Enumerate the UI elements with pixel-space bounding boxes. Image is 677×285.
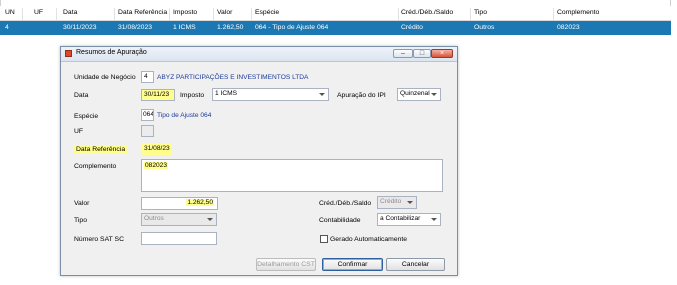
- detalhamento-cst-button[interactable]: Detalhamento CST: [256, 258, 316, 271]
- col-header-un[interactable]: UN: [5, 9, 15, 16]
- uf-label: UF: [74, 128, 84, 135]
- cell-data-referencia: 31/08/2023: [118, 24, 153, 31]
- maximize-button[interactable]: □: [413, 49, 431, 58]
- col-separator: [169, 8, 170, 20]
- especie-label: Espécie: [74, 113, 99, 120]
- dialog-title: Resumos de Apuração: [76, 49, 147, 56]
- especie-input[interactable]: 064: [141, 109, 154, 121]
- cell-tipo: Outros: [474, 24, 495, 31]
- complemento-value: 082023: [144, 162, 169, 169]
- especie-name: Tipo de Ajuste 064: [157, 112, 212, 119]
- col-header-complemento[interactable]: Complemento: [557, 9, 599, 16]
- contabilidade-label: Contabilidade: [319, 217, 361, 224]
- complemento-label: Complemento: [74, 163, 117, 170]
- confirmar-button[interactable]: Confirmar: [322, 258, 383, 271]
- data-referencia-label: Data Referência: [74, 145, 128, 154]
- col-separator: [553, 8, 554, 20]
- tipo-value: Outros: [144, 215, 164, 222]
- unidade-negocio-input[interactable]: 4: [141, 71, 154, 83]
- close-icon: ×: [439, 50, 445, 57]
- col-header-imposto[interactable]: Imposto: [173, 9, 197, 16]
- unidade-negocio-label: Unidade de Negócio: [74, 74, 136, 81]
- complemento-textarea[interactable]: 082023: [141, 159, 443, 192]
- col-header-tipo[interactable]: Tipo: [474, 9, 487, 16]
- contabilidade-select[interactable]: a Contabilizar: [377, 213, 441, 226]
- gerado-automaticamente-label: Gerado Automaticamente: [330, 236, 408, 243]
- valor-value: 1.262,50: [186, 199, 214, 206]
- col-separator: [56, 8, 57, 20]
- imposto-label: Imposto: [180, 92, 205, 99]
- col-header-data-referencia[interactable]: Data Referência: [118, 9, 167, 16]
- data-input[interactable]: 30/11/23: [141, 89, 175, 101]
- cancelar-button[interactable]: Cancelar: [386, 258, 445, 271]
- close-button[interactable]: ×: [431, 49, 453, 58]
- maximize-icon: □: [419, 50, 425, 57]
- cell-cred-deb-saldo: Crédito: [401, 24, 423, 31]
- table-row-selected[interactable]: 4 30/11/2023 31/08/2023 1 ICMS 1.262,50 …: [0, 21, 671, 35]
- imposto-value: 1 ICMS: [215, 90, 237, 97]
- tipo-select[interactable]: Outros: [141, 213, 217, 226]
- valor-label: Valor: [74, 200, 90, 207]
- col-header-uf[interactable]: UF: [34, 9, 43, 16]
- cred-deb-saldo-value: Crédito: [380, 198, 402, 205]
- grid-header: UN UF Data Data Referência Imposto Valor…: [0, 6, 671, 21]
- apuracao-ipi-select[interactable]: Quinzenal: [397, 88, 441, 101]
- contabilidade-value: a Contabilizar: [380, 215, 421, 222]
- cell-un: 4: [5, 24, 9, 31]
- col-separator: [251, 8, 252, 20]
- data-referencia-input[interactable]: 31/08/23: [141, 143, 172, 155]
- cred-deb-saldo-label: Créd./Déb./Saldo: [319, 200, 372, 207]
- data-label: Data: [74, 92, 89, 99]
- col-separator: [398, 8, 399, 20]
- col-separator: [213, 8, 214, 20]
- cell-complemento: 082023: [557, 24, 580, 31]
- app-icon: [65, 50, 72, 57]
- numero-sat-label: Número SAT SC: [74, 236, 124, 243]
- gerado-automaticamente-checkbox[interactable]: [320, 235, 328, 243]
- uf-input[interactable]: [141, 125, 154, 137]
- col-header-valor[interactable]: Valor: [217, 9, 232, 16]
- apuracao-ipi-label: Apuração do IPI: [337, 92, 386, 99]
- col-header-cred-deb-saldo[interactable]: Créd./Déb./Saldo: [401, 9, 453, 16]
- cell-imposto: 1 ICMS: [173, 24, 196, 31]
- tipo-label: Tipo: [74, 217, 87, 224]
- valor-input[interactable]: 1.262,50: [141, 197, 218, 210]
- cred-deb-saldo-select[interactable]: Crédito: [377, 196, 417, 209]
- cell-especie: 064 - Tipo de Ajuste 064: [255, 24, 329, 31]
- unidade-negocio-name: ABYZ PARTICIPAÇÕES E INVESTIMENTOS LTDA: [157, 74, 309, 81]
- col-separator: [22, 8, 23, 20]
- cell-data: 30/11/2023: [63, 24, 97, 31]
- col-separator: [470, 8, 471, 20]
- dialog-titlebar[interactable]: Resumos de Apuração – □ ×: [61, 47, 457, 62]
- minimize-icon: –: [401, 50, 405, 57]
- minimize-button[interactable]: –: [393, 49, 413, 58]
- col-separator: [114, 8, 115, 20]
- imposto-select[interactable]: 1 ICMS: [212, 88, 329, 101]
- apuracao-ipi-value: Quinzenal: [400, 90, 430, 97]
- col-header-especie[interactable]: Espécie: [255, 9, 279, 16]
- cell-valor: 1.262,50: [217, 24, 244, 31]
- col-header-data[interactable]: Data: [63, 9, 77, 16]
- resumos-apuracao-dialog: Resumos de Apuração – □ × Unidade de Neg…: [60, 46, 458, 276]
- numero-sat-input[interactable]: [141, 232, 217, 245]
